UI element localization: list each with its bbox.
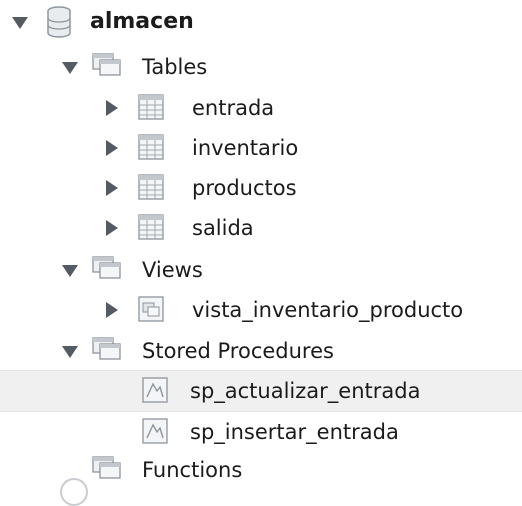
folder-label: Tables	[142, 55, 208, 79]
folder-label: Views	[142, 258, 203, 282]
folder-row-stored-procedures[interactable]: Stored Procedures	[0, 331, 522, 371]
expand-arrow-icon[interactable]	[62, 62, 78, 74]
table-icon	[138, 174, 164, 200]
tree-item-procedure-selected[interactable]: sp_actualizar_entrada	[0, 370, 522, 412]
folder-label: Functions	[142, 458, 243, 482]
tree-item-table[interactable]: salida	[0, 208, 522, 248]
expand-arrow-icon[interactable]	[106, 220, 118, 236]
procedure-icon	[142, 377, 168, 403]
expand-arrow-icon[interactable]	[106, 180, 118, 196]
table-icon	[138, 214, 164, 240]
schema-row-almacen[interactable]: almacen	[0, 2, 522, 42]
database-icon	[46, 6, 72, 38]
tree-item-view[interactable]: vista_inventario_producto	[0, 290, 522, 330]
next-schema-icon	[60, 478, 88, 506]
table-icon	[138, 134, 164, 160]
tree-item-table[interactable]: inventario	[0, 128, 522, 168]
table-label: inventario	[192, 136, 299, 160]
tree-item-table[interactable]: productos	[0, 168, 522, 208]
folder-icon	[92, 53, 122, 77]
table-label: productos	[192, 176, 297, 200]
procedure-label: sp_actualizar_entrada	[190, 379, 421, 403]
table-label: entrada	[192, 96, 275, 120]
table-icon	[138, 94, 164, 120]
tree-item-table[interactable]: entrada	[0, 88, 522, 128]
procedure-label: sp_insertar_entrada	[190, 420, 399, 444]
folder-icon	[92, 256, 122, 280]
view-label: vista_inventario_producto	[192, 298, 464, 322]
schema-label: almacen	[90, 9, 194, 34]
expand-arrow-icon[interactable]	[106, 140, 118, 156]
expand-arrow-icon[interactable]	[106, 100, 118, 116]
tree-item-procedure[interactable]: sp_insertar_entrada	[0, 412, 522, 452]
folder-icon	[92, 456, 122, 480]
folder-row-views[interactable]: Views	[0, 250, 522, 290]
folder-row-tables[interactable]: Tables	[0, 47, 522, 87]
expand-arrow-icon[interactable]	[62, 265, 78, 277]
folder-label: Stored Procedures	[142, 339, 334, 363]
expand-arrow-icon[interactable]	[12, 17, 28, 29]
view-icon	[138, 296, 164, 322]
table-label: salida	[192, 216, 254, 240]
expand-arrow-icon[interactable]	[62, 346, 78, 358]
expand-arrow-icon[interactable]	[106, 302, 118, 318]
folder-icon	[92, 337, 122, 361]
procedure-icon	[142, 418, 168, 444]
